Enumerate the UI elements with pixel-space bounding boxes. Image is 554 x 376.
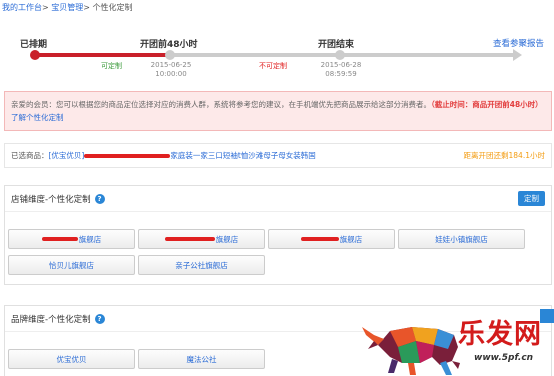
timeline-mark-customizable: 可定制 [101, 62, 122, 70]
timeline-date: 2015-06-28 [320, 61, 362, 69]
help-icon[interactable]: ? [94, 193, 105, 204]
selected-label: 已选商品： [11, 151, 49, 160]
brand-option-label: 优宝优贝 [56, 354, 87, 364]
shop-option-button[interactable]: 旗舰店 [268, 229, 395, 249]
shop-option-label: 亲子公社旗舰店 [175, 260, 228, 270]
page: 我的工作台> 宝贝管理> 个性化定制 已排期 开团前48小时 开团结束 可定制 … [0, 0, 554, 376]
timeline-time: 10:00:00 [155, 70, 187, 78]
help-icon[interactable]: ? [94, 313, 105, 324]
learn-more-link[interactable]: 了解个性化定制 [11, 113, 64, 122]
redaction-mark [84, 154, 171, 158]
timeline-arrow-icon [513, 49, 522, 61]
shop-option-button[interactable]: 娃娃小镇旗舰店 [398, 229, 525, 249]
alert-deadline: （截止时间：商品开团前48小时） [431, 100, 543, 109]
shop-option-button[interactable]: 恰贝儿旗舰店 [8, 255, 135, 275]
watermark-text: 乐发网 [458, 319, 542, 350]
shop-option-label: 旗舰店 [339, 234, 363, 244]
redaction-mark [41, 237, 78, 241]
watermark-url: www.5pf.cn [474, 353, 534, 363]
timeline-step-scheduled: 已排期 [20, 40, 48, 50]
panel-title: 品牌维度-个性化定制 [11, 314, 91, 325]
customize-button[interactable]: 定制 [518, 191, 545, 206]
shop-option-button[interactable]: 旗舰店 [138, 229, 265, 249]
panel-title: 店铺维度-个性化定制 [11, 194, 91, 205]
timeline-step-end: 开团结束 [318, 40, 355, 50]
timeline-track [30, 49, 522, 61]
shop-option-button[interactable]: 亲子公社旗舰店 [138, 255, 265, 275]
panel-header: 店铺维度-个性化定制 ? 定制 [5, 186, 551, 212]
selected-product-bar: 已选商品： [优宝优贝] 家庭装一家三口短袖t恤沙滩母子母女装韩国 距离开团还剩1… [4, 143, 552, 168]
time-remaining: 距离开团还剩184.1小时 [463, 151, 545, 160]
shop-option-label: 恰贝儿旗舰店 [49, 260, 94, 270]
brand-option-label: 魔法公社 [186, 354, 217, 364]
progress-timeline: 已排期 开团前48小时 开团结束 可定制 不可定制 2015-06-25 10:… [0, 0, 554, 90]
view-report-link[interactable]: 查看参聚报告 [493, 37, 544, 49]
timeline-date-end: 2015-06-28 08:59:59 [318, 61, 364, 79]
brand-option-button[interactable]: 魔法公社 [138, 349, 265, 369]
selected-product-link[interactable]: [优宝优贝] 家庭装一家三口短袖t恤沙滩母子母女装韩国 [49, 150, 316, 161]
timeline-dot [335, 50, 345, 60]
product-brand: [优宝优贝] [48, 151, 85, 160]
shop-option-label: 旗舰店 [215, 234, 239, 244]
redaction-mark [300, 237, 339, 241]
shop-option-button[interactable]: 旗舰店 [8, 229, 135, 249]
product-title: 家庭装一家三口短袖t恤沙滩母子母女装韩国 [170, 151, 316, 160]
timeline-date: 2015-06-25 [150, 61, 192, 69]
timeline-time: 08:59:59 [325, 70, 357, 78]
timeline-date-48h: 2015-06-25 10:00:00 [148, 61, 194, 79]
shop-option-label: 旗舰店 [78, 234, 102, 244]
timeline-step-48h: 开团前48小时 [140, 40, 198, 50]
brand-option-button[interactable]: 优宝优贝 [8, 349, 135, 369]
timeline-mark-not-customizable: 不可定制 [259, 62, 287, 70]
info-alert: 亲爱的会员：您可以根据您的商品定位选择对应的消费人群，系统将参考您的建议，在手机… [4, 91, 552, 131]
alert-text: 亲爱的会员：您可以根据您的商品定位选择对应的消费人群，系统将参考您的建议，在手机… [11, 100, 431, 109]
redaction-mark [164, 237, 215, 241]
timeline-dot-done [30, 50, 40, 60]
timeline-dot [165, 50, 175, 60]
shop-option-label: 娃娃小镇旗舰店 [435, 234, 488, 244]
